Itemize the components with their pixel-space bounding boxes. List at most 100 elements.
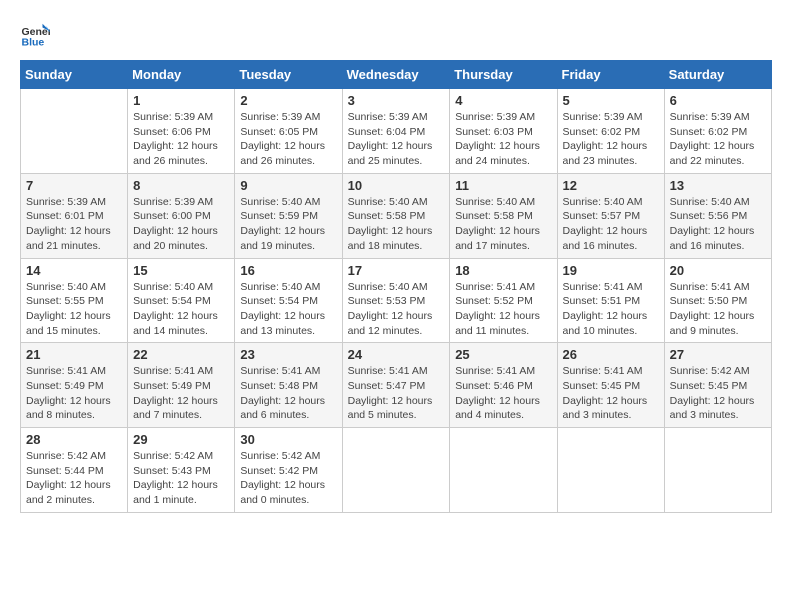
daylight-text: Daylight: 12 hours and 26 minutes.: [240, 140, 325, 167]
day-info: Sunrise: 5:41 AM Sunset: 5:47 PM Dayligh…: [348, 364, 445, 423]
sunset-text: Sunset: 5:44 PM: [26, 465, 104, 477]
daylight-text: Daylight: 12 hours and 11 minutes.: [455, 310, 540, 337]
calendar-week-row: 14 Sunrise: 5:40 AM Sunset: 5:55 PM Dayl…: [21, 258, 772, 343]
sunset-text: Sunset: 5:48 PM: [240, 380, 318, 392]
daylight-text: Daylight: 12 hours and 22 minutes.: [670, 140, 755, 167]
calendar-cell: 22 Sunrise: 5:41 AM Sunset: 5:49 PM Dayl…: [128, 343, 235, 428]
day-number: 29: [133, 432, 229, 447]
sunset-text: Sunset: 5:50 PM: [670, 295, 748, 307]
daylight-text: Daylight: 12 hours and 0 minutes.: [240, 479, 325, 506]
sunset-text: Sunset: 5:49 PM: [26, 380, 104, 392]
sunrise-text: Sunrise: 5:39 AM: [240, 111, 320, 123]
calendar-cell: 12 Sunrise: 5:40 AM Sunset: 5:57 PM Dayl…: [557, 173, 664, 258]
sunrise-text: Sunrise: 5:40 AM: [240, 196, 320, 208]
daylight-text: Daylight: 12 hours and 10 minutes.: [563, 310, 648, 337]
daylight-text: Daylight: 12 hours and 25 minutes.: [348, 140, 433, 167]
calendar-cell: 7 Sunrise: 5:39 AM Sunset: 6:01 PM Dayli…: [21, 173, 128, 258]
calendar-cell: 13 Sunrise: 5:40 AM Sunset: 5:56 PM Dayl…: [664, 173, 771, 258]
daylight-text: Daylight: 12 hours and 12 minutes.: [348, 310, 433, 337]
daylight-text: Daylight: 12 hours and 5 minutes.: [348, 395, 433, 422]
calendar-cell: [21, 89, 128, 174]
sunrise-text: Sunrise: 5:41 AM: [240, 365, 320, 377]
day-number: 2: [240, 93, 336, 108]
day-number: 5: [563, 93, 659, 108]
sunset-text: Sunset: 5:58 PM: [455, 210, 533, 222]
sunset-text: Sunset: 6:01 PM: [26, 210, 104, 222]
day-number: 8: [133, 178, 229, 193]
day-info: Sunrise: 5:41 AM Sunset: 5:49 PM Dayligh…: [133, 364, 229, 423]
day-info: Sunrise: 5:41 AM Sunset: 5:48 PM Dayligh…: [240, 364, 336, 423]
day-info: Sunrise: 5:41 AM Sunset: 5:46 PM Dayligh…: [455, 364, 551, 423]
calendar-cell: 30 Sunrise: 5:42 AM Sunset: 5:42 PM Dayl…: [235, 428, 342, 513]
day-info: Sunrise: 5:40 AM Sunset: 5:58 PM Dayligh…: [348, 195, 445, 254]
calendar-cell: 17 Sunrise: 5:40 AM Sunset: 5:53 PM Dayl…: [342, 258, 450, 343]
sunset-text: Sunset: 5:56 PM: [670, 210, 748, 222]
sunset-text: Sunset: 5:54 PM: [240, 295, 318, 307]
weekday-header: Tuesday: [235, 61, 342, 89]
day-number: 6: [670, 93, 766, 108]
day-number: 14: [26, 263, 122, 278]
sunrise-text: Sunrise: 5:39 AM: [563, 111, 643, 123]
calendar-cell: [342, 428, 450, 513]
daylight-text: Daylight: 12 hours and 3 minutes.: [670, 395, 755, 422]
day-number: 3: [348, 93, 445, 108]
day-number: 16: [240, 263, 336, 278]
day-info: Sunrise: 5:41 AM Sunset: 5:45 PM Dayligh…: [563, 364, 659, 423]
sunrise-text: Sunrise: 5:41 AM: [670, 281, 750, 293]
day-number: 28: [26, 432, 122, 447]
calendar-cell: 27 Sunrise: 5:42 AM Sunset: 5:45 PM Dayl…: [664, 343, 771, 428]
day-info: Sunrise: 5:42 AM Sunset: 5:45 PM Dayligh…: [670, 364, 766, 423]
sunset-text: Sunset: 6:03 PM: [455, 126, 533, 138]
daylight-text: Daylight: 12 hours and 20 minutes.: [133, 225, 218, 252]
sunset-text: Sunset: 5:49 PM: [133, 380, 211, 392]
daylight-text: Daylight: 12 hours and 3 minutes.: [563, 395, 648, 422]
day-number: 12: [563, 178, 659, 193]
sunset-text: Sunset: 5:42 PM: [240, 465, 318, 477]
day-number: 26: [563, 347, 659, 362]
calendar-cell: 3 Sunrise: 5:39 AM Sunset: 6:04 PM Dayli…: [342, 89, 450, 174]
calendar-cell: 11 Sunrise: 5:40 AM Sunset: 5:58 PM Dayl…: [450, 173, 557, 258]
day-number: 23: [240, 347, 336, 362]
calendar-cell: 20 Sunrise: 5:41 AM Sunset: 5:50 PM Dayl…: [664, 258, 771, 343]
daylight-text: Daylight: 12 hours and 13 minutes.: [240, 310, 325, 337]
day-info: Sunrise: 5:41 AM Sunset: 5:49 PM Dayligh…: [26, 364, 122, 423]
sunset-text: Sunset: 5:51 PM: [563, 295, 641, 307]
calendar-cell: 18 Sunrise: 5:41 AM Sunset: 5:52 PM Dayl…: [450, 258, 557, 343]
header-row: SundayMondayTuesdayWednesdayThursdayFrid…: [21, 61, 772, 89]
day-number: 18: [455, 263, 551, 278]
daylight-text: Daylight: 12 hours and 1 minute.: [133, 479, 218, 506]
calendar-cell: 6 Sunrise: 5:39 AM Sunset: 6:02 PM Dayli…: [664, 89, 771, 174]
day-info: Sunrise: 5:40 AM Sunset: 5:53 PM Dayligh…: [348, 280, 445, 339]
calendar-cell: [450, 428, 557, 513]
sunset-text: Sunset: 5:45 PM: [670, 380, 748, 392]
daylight-text: Daylight: 12 hours and 7 minutes.: [133, 395, 218, 422]
day-number: 4: [455, 93, 551, 108]
sunrise-text: Sunrise: 5:41 AM: [455, 281, 535, 293]
weekday-header: Friday: [557, 61, 664, 89]
daylight-text: Daylight: 12 hours and 19 minutes.: [240, 225, 325, 252]
day-info: Sunrise: 5:39 AM Sunset: 6:05 PM Dayligh…: [240, 110, 336, 169]
weekday-header: Wednesday: [342, 61, 450, 89]
calendar-cell: 1 Sunrise: 5:39 AM Sunset: 6:06 PM Dayli…: [128, 89, 235, 174]
calendar-cell: [664, 428, 771, 513]
sunrise-text: Sunrise: 5:40 AM: [133, 281, 213, 293]
daylight-text: Daylight: 12 hours and 4 minutes.: [455, 395, 540, 422]
calendar-cell: 26 Sunrise: 5:41 AM Sunset: 5:45 PM Dayl…: [557, 343, 664, 428]
logo: General Blue: [20, 20, 54, 50]
day-info: Sunrise: 5:40 AM Sunset: 5:58 PM Dayligh…: [455, 195, 551, 254]
daylight-text: Daylight: 12 hours and 18 minutes.: [348, 225, 433, 252]
sunrise-text: Sunrise: 5:39 AM: [455, 111, 535, 123]
sunrise-text: Sunrise: 5:41 AM: [563, 365, 643, 377]
sunset-text: Sunset: 6:06 PM: [133, 126, 211, 138]
day-info: Sunrise: 5:41 AM Sunset: 5:50 PM Dayligh…: [670, 280, 766, 339]
day-number: 24: [348, 347, 445, 362]
daylight-text: Daylight: 12 hours and 23 minutes.: [563, 140, 648, 167]
day-info: Sunrise: 5:39 AM Sunset: 6:02 PM Dayligh…: [670, 110, 766, 169]
day-info: Sunrise: 5:40 AM Sunset: 5:59 PM Dayligh…: [240, 195, 336, 254]
calendar-cell: 4 Sunrise: 5:39 AM Sunset: 6:03 PM Dayli…: [450, 89, 557, 174]
calendar-cell: 15 Sunrise: 5:40 AM Sunset: 5:54 PM Dayl…: [128, 258, 235, 343]
day-number: 15: [133, 263, 229, 278]
day-info: Sunrise: 5:40 AM Sunset: 5:54 PM Dayligh…: [240, 280, 336, 339]
calendar-cell: 5 Sunrise: 5:39 AM Sunset: 6:02 PM Dayli…: [557, 89, 664, 174]
calendar-cell: 23 Sunrise: 5:41 AM Sunset: 5:48 PM Dayl…: [235, 343, 342, 428]
